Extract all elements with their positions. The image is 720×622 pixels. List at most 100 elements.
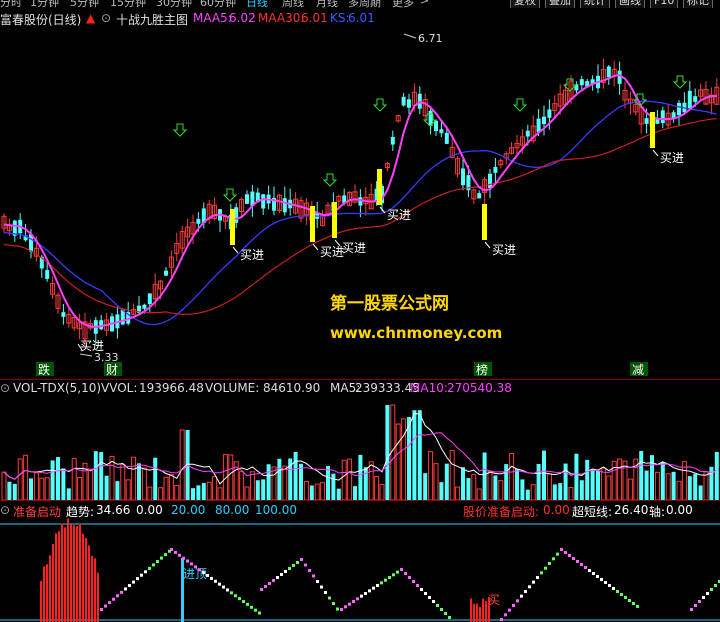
maa30-value: 6.01 <box>301 11 328 25</box>
trend-dot <box>384 578 387 582</box>
volume-bar <box>39 477 45 500</box>
period-tab-7[interactable]: 周线 <box>282 0 304 8</box>
volume-bar <box>277 458 282 500</box>
candle-body <box>542 116 546 125</box>
volume-bar <box>206 481 212 500</box>
volume-bar <box>558 483 563 500</box>
candle-body <box>693 96 698 102</box>
f10-button[interactable]: F10 <box>650 0 679 8</box>
indicator-menu-icon[interactable]: ⊙ <box>0 503 10 517</box>
trend-dot <box>392 573 395 577</box>
overlay-button[interactable]: 叠加 <box>545 0 575 8</box>
period-tab-4[interactable]: 30分钟 <box>156 0 192 8</box>
volume-bar <box>482 452 487 500</box>
trend-dot <box>628 599 631 602</box>
volume-bar <box>444 463 449 500</box>
period-tab-2[interactable]: 5分钟 <box>70 0 99 8</box>
period-tab-6[interactable]: 日线 <box>246 0 268 8</box>
volume-bar <box>368 461 374 500</box>
volume-bar <box>654 471 660 500</box>
volume-chart[interactable] <box>0 396 720 500</box>
volume-bar <box>504 464 509 500</box>
buy-signal-label: 买进 <box>342 241 366 255</box>
period-tab-1[interactable]: 1分钟 <box>30 0 59 8</box>
trend-dot <box>512 604 515 607</box>
volume-bar <box>374 476 380 500</box>
volume-bar <box>395 423 401 500</box>
trend-dot <box>156 560 159 563</box>
trend-dot <box>300 558 303 561</box>
vvol-label: VVOL: <box>101 381 138 395</box>
trend-dot <box>536 576 539 579</box>
ready-histogram-bar <box>52 544 54 622</box>
volume-bar <box>487 470 493 500</box>
trend-dot <box>144 570 147 574</box>
volume-bar <box>1 471 7 500</box>
mark-button[interactable]: 标记 <box>683 0 713 8</box>
trend-dot <box>174 550 177 554</box>
volume-bar <box>191 488 195 500</box>
trend-dot <box>352 600 355 603</box>
volume-bar <box>542 450 546 500</box>
more-chevron-icon[interactable]: > <box>420 0 429 7</box>
trend-dot <box>328 596 331 600</box>
volume-bar <box>137 463 141 500</box>
trend-dot <box>706 592 709 595</box>
trend-dot <box>616 590 619 593</box>
volume-bar <box>401 418 407 500</box>
volume-bar <box>596 470 600 500</box>
restore-rights-button[interactable]: 复权 <box>510 0 540 8</box>
trend-dot <box>312 574 315 578</box>
candle-body <box>477 193 482 199</box>
period-tab-10[interactable]: 更多 <box>392 0 414 8</box>
volume-bar <box>99 452 104 500</box>
period-tab-5[interactable]: 60分钟 <box>200 0 236 8</box>
volume-bar <box>476 488 482 500</box>
draw-line-button[interactable]: 画线 <box>615 0 645 8</box>
volume-bar <box>71 457 77 500</box>
ready-histogram-bar <box>85 538 87 622</box>
indicator-chart[interactable]: 进顶买 <box>0 518 720 622</box>
volume-bar <box>644 470 649 500</box>
volume-bar <box>639 450 644 500</box>
volume-bar <box>244 486 250 500</box>
trend-value: 34.66 <box>96 503 131 517</box>
period-tab-8[interactable]: 月线 <box>316 0 338 8</box>
trend-dot <box>160 556 163 560</box>
buy-signal-bar <box>332 202 337 238</box>
ready-histogram-bar <box>94 558 96 622</box>
trend-dot <box>214 579 217 583</box>
vvol-value: 193966.48 <box>139 381 204 395</box>
volume-bar <box>266 464 271 500</box>
volume-bar <box>471 474 477 500</box>
volume-bar <box>168 474 174 500</box>
trend-dot <box>280 573 283 576</box>
menu-dropdown-icon[interactable]: ⊙ <box>101 11 111 25</box>
period-tab-9[interactable]: 多周期 <box>348 0 381 8</box>
ready-histogram-bar <box>479 606 481 622</box>
trend-dot <box>520 594 523 598</box>
volume-menu-icon[interactable]: ⊙ <box>0 381 10 395</box>
volume-bar <box>326 466 330 500</box>
trend-dot <box>552 557 555 561</box>
volume-bar <box>498 480 504 500</box>
trend-dot <box>136 577 139 581</box>
volume-bar <box>520 479 525 500</box>
candle-body <box>461 168 465 186</box>
stats-button[interactable]: 统计 <box>580 0 610 8</box>
indicator-header: ⊙ 准备启动 趋势: 34.66 0.00 20.00 80.00 100.00… <box>0 503 720 519</box>
trend-dot <box>170 548 173 551</box>
trend-dot <box>360 594 363 598</box>
period-tab-0[interactable]: 分时 <box>0 0 22 8</box>
volume-bar <box>509 453 515 500</box>
candle-body <box>282 198 287 213</box>
trend-dot <box>368 589 371 593</box>
trend-dot <box>284 570 287 573</box>
ready-histogram-bar <box>482 598 484 622</box>
volume-bar <box>271 466 277 500</box>
ready-histogram-bar <box>61 523 63 622</box>
trend-dot <box>544 566 547 570</box>
trend-dot <box>388 576 391 579</box>
volume-indicator-name[interactable]: VOL-TDX(5,10) <box>13 381 101 395</box>
period-tab-3[interactable]: 15分钟 <box>110 0 146 8</box>
